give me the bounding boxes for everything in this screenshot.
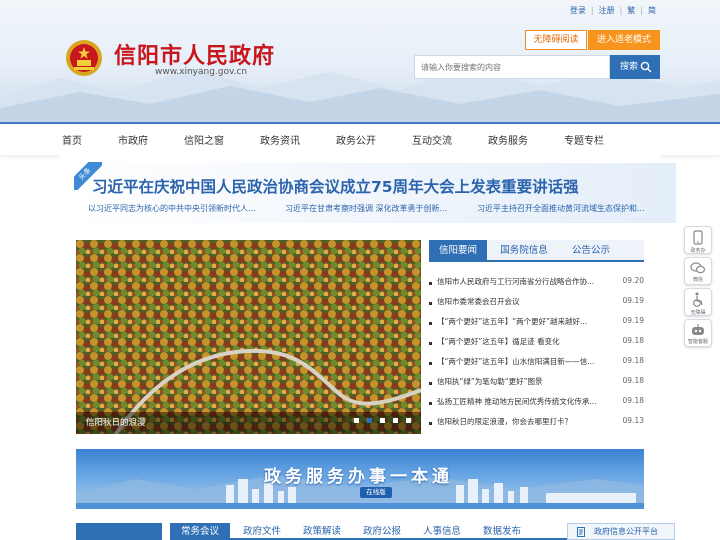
featured-box[interactable] bbox=[76, 523, 162, 540]
side-tool-label: 微信 bbox=[692, 277, 703, 283]
side-tool-wechat[interactable]: 微信 bbox=[684, 257, 712, 285]
login-link[interactable]: 登录 bbox=[570, 5, 586, 16]
side-tool-label: 无障碍 bbox=[690, 310, 706, 316]
news-tabs: 信阳要闻 国务院信息 公告公示 bbox=[429, 240, 644, 262]
search-button[interactable]: 搜索 bbox=[610, 55, 660, 79]
side-tool-smart-service[interactable]: 智能客服 bbox=[684, 319, 712, 347]
side-tool-office[interactable]: 政务办 bbox=[684, 226, 712, 254]
list-item[interactable]: 信阳秋日的限定浪漫，你会去哪里打卡？ 09.13 bbox=[429, 416, 644, 430]
top-links: 登录 | 注册 | 繁 | 简 bbox=[569, 5, 656, 16]
list-item[interactable]: 信阳市人民政府与工行河南省分行战略合作协... 09.20 bbox=[429, 276, 644, 290]
news-title: 【“两个更好”这五年】循足迹 看变化 bbox=[437, 337, 560, 346]
search-button-label: 搜索 bbox=[620, 62, 639, 72]
nav-item-interaction[interactable]: 互动交流 bbox=[412, 132, 452, 147]
headline-title[interactable]: 习近平在庆祝中国人民政治协商会议成立75周年大会上发表重要讲话强 bbox=[92, 175, 666, 197]
nav-item-government-services[interactable]: 政务服务 bbox=[488, 132, 528, 147]
tab-government-documents[interactable]: 政府文件 bbox=[232, 523, 292, 540]
tab-data-release[interactable]: 数据发布 bbox=[472, 523, 532, 540]
robot-icon bbox=[692, 324, 704, 335]
site-title: 信阳市人民政府 bbox=[114, 43, 276, 69]
search-icon bbox=[640, 61, 652, 73]
tab-announcements[interactable]: 公告公示 bbox=[561, 240, 621, 262]
carousel-dot[interactable] bbox=[393, 418, 398, 423]
news-date: 09.18 bbox=[622, 356, 644, 365]
headline-sub-link[interactable]: 习近平在甘肃考察时强调 深化改革勇于创新... bbox=[285, 203, 447, 214]
info-disclosure-platform-link[interactable]: 政府信息公开平台 bbox=[567, 523, 675, 540]
tab-xinyang-news[interactable]: 信阳要闻 bbox=[429, 240, 487, 262]
news-date: 09.18 bbox=[622, 376, 644, 385]
elder-mode-button[interactable]: 进入适老模式 bbox=[588, 30, 660, 50]
carousel-dot[interactable] bbox=[354, 418, 359, 423]
carousel-dot[interactable] bbox=[406, 418, 411, 423]
list-item[interactable]: 信阳执“绿”为笔勾勒“更好”图景 09.18 bbox=[429, 376, 644, 390]
site-header: 登录 | 注册 | 繁 | 简 信阳市人民政府 www.xinyang.gov.cn 无障碍… bbox=[0, 0, 720, 122]
phone-icon bbox=[693, 230, 703, 245]
accessibility-button[interactable]: 无障碍阅读 bbox=[525, 30, 587, 50]
news-title: 【“两个更好”这五年】山水信阳满目新——信... bbox=[437, 357, 595, 366]
side-tool-label: 智能客服 bbox=[687, 339, 708, 345]
list-item[interactable]: 【“两个更好”这五年】循足迹 看变化 09.18 bbox=[429, 336, 644, 350]
carousel-dots bbox=[346, 416, 411, 426]
news-title: 信阳市委常委会召开会议 bbox=[437, 297, 520, 306]
tab-executive-meeting[interactable]: 常务会议 bbox=[170, 523, 230, 540]
tab-government-gazette[interactable]: 政府公报 bbox=[352, 523, 412, 540]
news-title: 弘扬工匠精神 推动地方民间优秀传统文化传承... bbox=[437, 397, 597, 406]
nav-item-city-government[interactable]: 市政府 bbox=[118, 132, 148, 147]
simplified-chinese-link[interactable]: 简 bbox=[648, 5, 656, 16]
main-nav: 首页 市政府 信阳之窗 政务资讯 政务公开 互动交流 政务服务 专题专栏 bbox=[0, 122, 720, 155]
list-item[interactable]: 弘扬工匠精神 推动地方民间优秀传统文化传承... 09.18 bbox=[429, 396, 644, 410]
list-item[interactable]: 【“两个更好”这五年】山水信阳满目新——信... 09.18 bbox=[429, 356, 644, 370]
news-title: 信阳秋日的限定浪漫，你会去哪里打卡？ bbox=[437, 417, 572, 426]
banner-badge: 在线版 bbox=[360, 487, 392, 498]
news-title: 信阳市人民政府与工行河南省分行战略合作协... bbox=[437, 277, 595, 286]
traditional-chinese-link[interactable]: 繁 bbox=[627, 5, 635, 16]
news-date: 09.19 bbox=[622, 316, 644, 325]
news-date: 09.13 bbox=[622, 416, 644, 425]
tab-state-council-info[interactable]: 国务院信息 bbox=[491, 240, 557, 262]
wheelchair-icon bbox=[693, 292, 703, 307]
news-date: 09.19 bbox=[622, 296, 644, 305]
document-icon bbox=[577, 527, 585, 537]
side-tool-label: 政务办 bbox=[690, 248, 706, 254]
list-item[interactable]: 信阳市委常委会召开会议 09.19 bbox=[429, 296, 644, 310]
national-emblem-icon bbox=[66, 40, 102, 76]
list-item[interactable]: 【“两个更好”这五年】“两个更好”越来越好... 09.19 bbox=[429, 316, 644, 330]
news-title: 【“两个更好”这五年】“两个更好”越来越好... bbox=[437, 317, 588, 326]
headline-sub-link[interactable]: 以习近平同志为核心的中共中央引领新时代人... bbox=[88, 203, 256, 214]
banner-title: 政务服务办事一本通 bbox=[264, 467, 453, 487]
info-disclosure-platform-label: 政府信息公开平台 bbox=[594, 527, 658, 536]
tab-policy-interpretation[interactable]: 政策解读 bbox=[292, 523, 352, 540]
nav-item-government-news[interactable]: 政务资讯 bbox=[260, 132, 300, 147]
news-date: 09.18 bbox=[622, 396, 644, 405]
tab-personnel-info[interactable]: 人事信息 bbox=[412, 523, 472, 540]
news-date: 09.18 bbox=[622, 336, 644, 345]
nav-item-open-government[interactable]: 政务公开 bbox=[336, 132, 376, 147]
side-tool-accessibility[interactable]: 无障碍 bbox=[684, 288, 712, 316]
search-input[interactable] bbox=[414, 55, 610, 79]
news-title: 信阳执“绿”为笔勾勒“更好”图景 bbox=[437, 377, 543, 386]
services-banner[interactable]: 政务服务办事一本通 在线版 bbox=[76, 449, 644, 509]
site-url: www.xinyang.gov.cn bbox=[155, 67, 248, 77]
autumn-forest-image bbox=[76, 240, 421, 434]
nav-item-home[interactable]: 首页 bbox=[62, 132, 82, 147]
news-date: 09.20 bbox=[622, 276, 644, 285]
register-link[interactable]: 注册 bbox=[599, 5, 615, 16]
headline-sub-link[interactable]: 习近平主持召开全面推动黄河流域生态保护和... bbox=[477, 203, 645, 214]
carousel-dot[interactable] bbox=[380, 418, 385, 423]
photo-carousel[interactable]: 信阳秋日的浪漫 bbox=[76, 240, 421, 434]
wechat-icon bbox=[690, 262, 706, 274]
nav-item-special-topics[interactable]: 专题专栏 bbox=[564, 132, 604, 147]
nav-item-xinyang-window[interactable]: 信阳之窗 bbox=[184, 132, 224, 147]
carousel-dot-active[interactable] bbox=[367, 418, 372, 423]
